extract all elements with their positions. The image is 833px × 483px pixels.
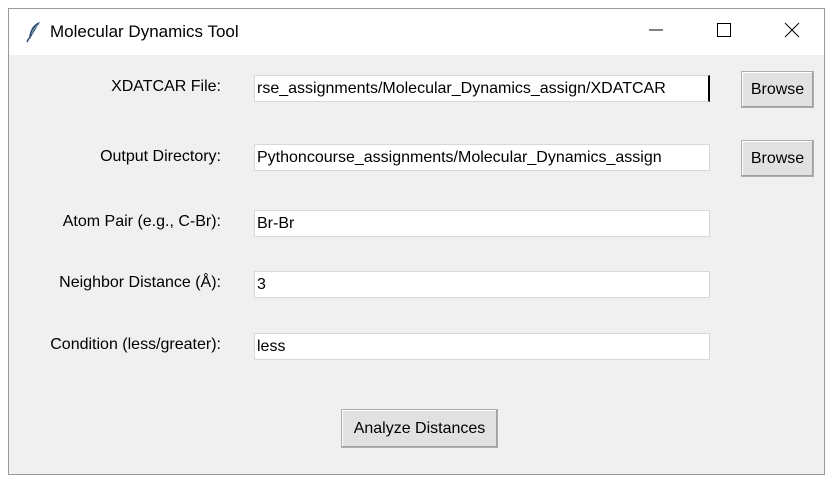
close-button[interactable] (759, 9, 824, 55)
neighbor-distance-label: Neighbor Distance (Å): (59, 274, 221, 291)
maximize-icon (716, 22, 732, 43)
atom-pair-label: Atom Pair (e.g., C-Br): (62, 213, 221, 230)
minimize-icon (648, 22, 664, 43)
feather-icon (25, 21, 45, 43)
neighbor-distance-input[interactable] (254, 271, 710, 298)
title-bar[interactable]: Molecular Dynamics Tool (9, 9, 824, 55)
analyze-distances-button[interactable]: Analyze Distances (341, 409, 498, 448)
atom-pair-input[interactable] (254, 210, 710, 237)
xdatcar-browse-button[interactable]: Browse (741, 71, 814, 108)
app-window: Molecular Dynamics Tool XDATCAR File: Br… (8, 8, 825, 475)
output-directory-input[interactable] (254, 144, 710, 171)
minimize-button[interactable] (623, 9, 689, 55)
output-directory-label: Output Directory: (100, 148, 221, 165)
condition-input[interactable] (254, 333, 710, 360)
xdatcar-label: XDATCAR File: (111, 78, 221, 95)
condition-label: Condition (less/greater): (50, 336, 221, 353)
form-area: XDATCAR File: Browse Output Directory: B… (9, 55, 824, 474)
maximize-button[interactable] (691, 9, 757, 55)
output-directory-browse-button[interactable]: Browse (741, 140, 814, 177)
window-title: Molecular Dynamics Tool (50, 22, 239, 41)
xdatcar-path-input[interactable] (254, 75, 710, 102)
close-icon (784, 22, 800, 43)
